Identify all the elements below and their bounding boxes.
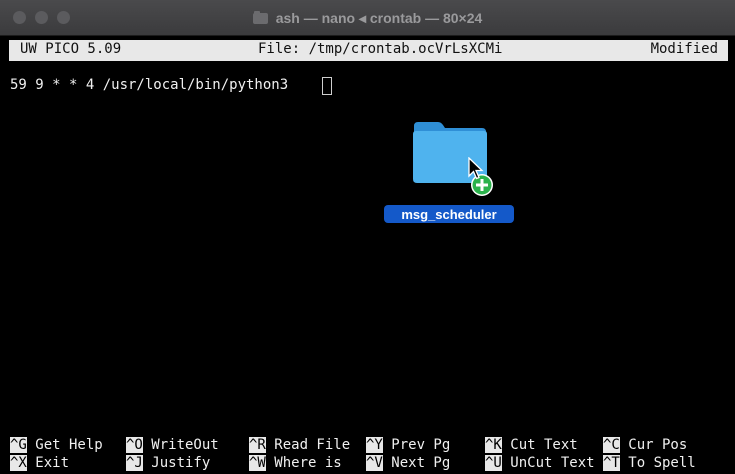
- modified-status: Modified: [650, 41, 718, 57]
- shortcut-key: ^W: [249, 455, 266, 471]
- shortcut-label: Next Pg: [382, 455, 451, 471]
- shortcut-key: ^J: [126, 455, 143, 471]
- terminal-window: ash — nano ◂ crontab — 80×24 UW PICO 5.0…: [0, 0, 735, 474]
- shortcut-prev-pg[interactable]: ^Y Prev Pg: [366, 437, 450, 453]
- shortcut-writeout[interactable]: ^O WriteOut: [126, 437, 219, 453]
- window-title: ash — nano ◂ crontab — 80×24: [0, 0, 735, 36]
- folder-icon: [252, 10, 268, 24]
- shortcut-key: ^G: [10, 437, 27, 453]
- shortcut-key: ^T: [603, 455, 620, 471]
- shortcut-read-file[interactable]: ^R Read File: [249, 437, 350, 453]
- shortcut-key: ^X: [10, 455, 27, 471]
- shortcut-where-is[interactable]: ^W Where is: [249, 455, 342, 471]
- shortcut-get-help[interactable]: ^G Get Help: [10, 437, 103, 453]
- shortcut-label: Exit: [26, 455, 70, 471]
- shortcut-label: To Spell: [619, 455, 696, 471]
- shortcut-next-pg[interactable]: ^V Next Pg: [366, 455, 450, 471]
- editor-version: UW PICO 5.09: [20, 41, 122, 57]
- shortcut-label: Justify: [142, 455, 211, 471]
- shortcut-label: Get Help: [26, 437, 103, 453]
- shortcut-label: Where is: [265, 455, 342, 471]
- shortcut-cut-text[interactable]: ^K Cut Text: [485, 437, 578, 453]
- window-title-text: ash — nano ◂ crontab — 80×24: [275, 9, 483, 26]
- crontab-line[interactable]: 59 9 * * 4 /usr/local/bin/python3: [10, 77, 297, 93]
- shortcut-label: WriteOut: [142, 437, 219, 453]
- shortcut-key: ^V: [366, 455, 383, 471]
- shortcut-exit[interactable]: ^X Exit: [10, 455, 69, 471]
- shortcut-key: ^O: [126, 437, 143, 453]
- text-cursor: [322, 77, 332, 95]
- shortcut-label: Prev Pg: [382, 437, 451, 453]
- shortcut-cur-pos[interactable]: ^C Cur Pos: [603, 437, 687, 453]
- shortcut-label: UnCut Text: [501, 455, 595, 471]
- mouse-pointer-icon: [468, 157, 484, 180]
- shortcut-label: Cut Text: [501, 437, 578, 453]
- shortcut-key: ^R: [249, 437, 266, 453]
- shortcut-key: ^C: [603, 437, 620, 453]
- shortcut-key: ^K: [485, 437, 502, 453]
- nano-header-bar: UW PICO 5.09 File: /tmp/crontab.ocVrLsXC…: [9, 40, 728, 61]
- shortcut-to-spell[interactable]: ^T To Spell: [603, 455, 696, 471]
- shortcut-uncut-text[interactable]: ^U UnCut Text: [485, 455, 595, 471]
- shortcut-bar: ^G Get Help ^O WriteOut ^R Read File ^Y …: [10, 437, 730, 473]
- shortcut-label: Read File: [265, 437, 351, 453]
- shortcut-key: ^Y: [366, 437, 383, 453]
- shortcut-label: Cur Pos: [619, 437, 688, 453]
- file-name: File: /tmp/crontab.ocVrLsXCMi: [258, 41, 503, 57]
- folder-name-label: msg_scheduler: [384, 205, 514, 223]
- shortcut-justify[interactable]: ^J Justify: [126, 455, 210, 471]
- title-bar[interactable]: ash — nano ◂ crontab — 80×24: [0, 0, 735, 36]
- shortcut-key: ^U: [485, 455, 502, 471]
